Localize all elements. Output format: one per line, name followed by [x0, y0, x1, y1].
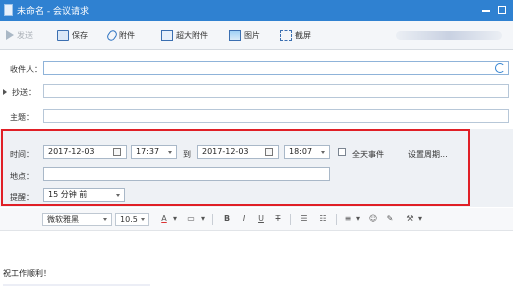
- window-title: 未命名 - 会议请求: [17, 7, 89, 17]
- font-size-value: 10.5: [120, 215, 138, 224]
- refresh-icon[interactable]: [495, 63, 505, 73]
- bold-button[interactable]: B: [221, 212, 233, 226]
- to-input[interactable]: [43, 61, 509, 75]
- save-button[interactable]: 保存: [57, 28, 88, 42]
- subject-label: 主题：: [10, 113, 34, 122]
- separator: [336, 214, 337, 225]
- selection-line: [3, 284, 150, 286]
- highlight-color-icon[interactable]: ▭: [185, 212, 197, 226]
- big-attach-button[interactable]: 超大附件: [161, 28, 208, 42]
- minimize-icon[interactable]: [482, 10, 490, 12]
- redacted-area: [396, 31, 502, 40]
- image-button[interactable]: 图片: [229, 28, 260, 42]
- send-button[interactable]: 发送: [6, 28, 33, 42]
- paperclip-icon: [105, 28, 119, 42]
- attach-label: 附件: [119, 30, 135, 40]
- chevron-down-icon[interactable]: ▾: [355, 212, 361, 226]
- more-tools-icon[interactable]: ⚒: [403, 212, 417, 226]
- chevron-down-icon[interactable]: ▾: [417, 212, 423, 226]
- chevron-down-icon[interactable]: ▾: [172, 212, 178, 226]
- send-icon: [6, 30, 14, 40]
- big-attach-label: 超大附件: [176, 30, 208, 40]
- italic-button[interactable]: I: [238, 212, 250, 226]
- cc-expand-icon[interactable]: [3, 89, 7, 95]
- strikethrough-button[interactable]: T: [272, 212, 284, 226]
- big-attachment-icon: [161, 29, 173, 41]
- chevron-down-icon[interactable]: ▾: [200, 212, 206, 226]
- save-label: 保存: [72, 30, 88, 40]
- font-family-value: 微软雅黑: [47, 215, 79, 224]
- separator: [212, 214, 213, 225]
- screenshot-icon: [280, 29, 292, 41]
- format-toolbar: 微软雅黑 10.5 A ▾ ▭ ▾ B I U T ☰ ☷ ≡ ▾ ☺ ✎ ⚒ …: [0, 208, 513, 231]
- chevron-down-icon: [141, 218, 145, 221]
- message-body-text[interactable]: 祝工作顺利！: [3, 268, 51, 279]
- save-icon: [57, 29, 69, 41]
- bullet-list-icon[interactable]: ☰: [297, 212, 311, 226]
- subject-input[interactable]: [43, 109, 509, 123]
- title-bar: 未命名 - 会议请求: [0, 0, 513, 21]
- highlight-frame: [1, 129, 470, 206]
- app-icon: [4, 4, 13, 16]
- font-color-button[interactable]: A: [158, 212, 170, 226]
- attach-button[interactable]: 附件: [105, 28, 135, 42]
- pen-icon[interactable]: ✎: [384, 212, 396, 226]
- numbered-list-icon[interactable]: ☷: [316, 212, 330, 226]
- cc-input[interactable]: [43, 84, 509, 98]
- screenshot-label: 截屏: [295, 30, 311, 40]
- to-label: 收件人：: [10, 65, 42, 74]
- underline-button[interactable]: U: [255, 212, 267, 226]
- font-family-select[interactable]: 微软雅黑: [42, 213, 112, 226]
- align-icon[interactable]: ≡: [342, 212, 354, 226]
- emoji-icon[interactable]: ☺: [367, 212, 379, 226]
- send-label: 发送: [17, 30, 33, 40]
- screenshot-button[interactable]: 截屏: [280, 28, 311, 42]
- close-icon[interactable]: [498, 6, 506, 14]
- cc-label: 抄送：: [12, 88, 36, 97]
- chevron-down-icon: [103, 218, 107, 221]
- separator: [290, 214, 291, 225]
- image-icon: [229, 29, 241, 41]
- font-size-select[interactable]: 10.5: [115, 213, 149, 226]
- image-label: 图片: [244, 30, 260, 40]
